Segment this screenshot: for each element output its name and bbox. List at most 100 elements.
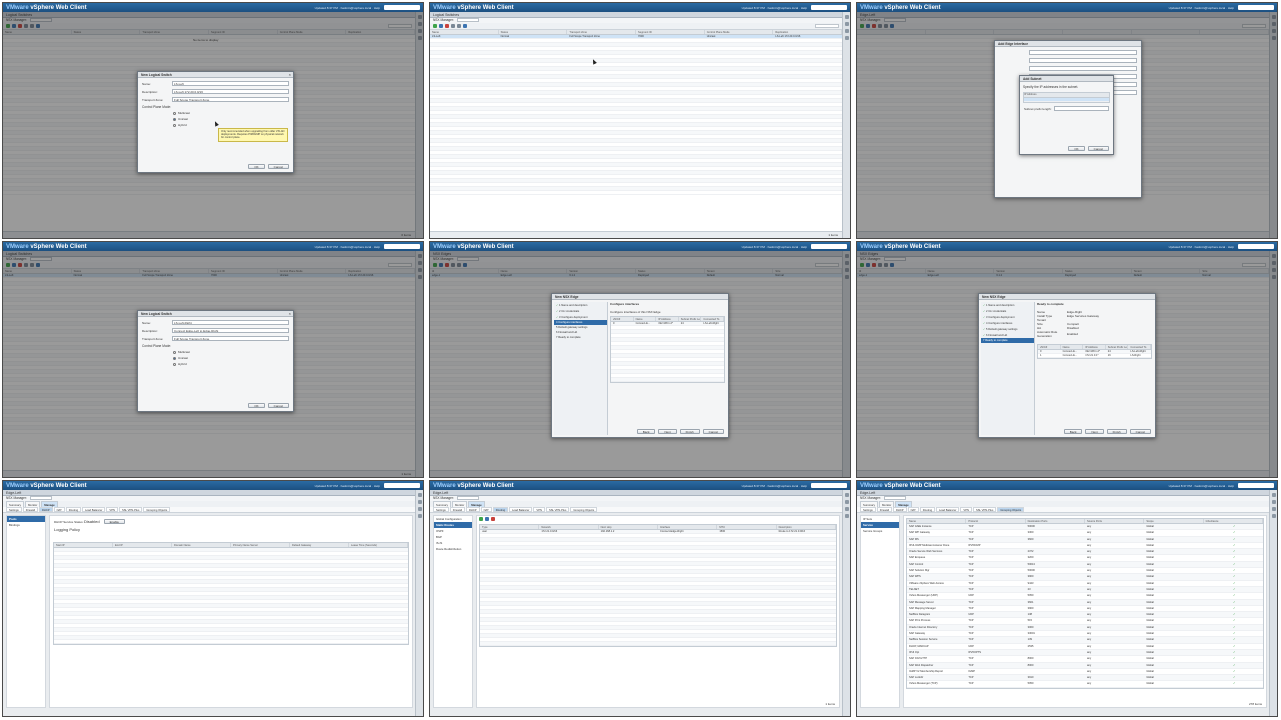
column-header[interactable]: Start IP [54,543,113,547]
user-menu[interactable]: Updated 8:37 PM · hadmin@vsphere.local ·… [1169,6,1234,10]
subtab[interactable]: Routing [919,507,936,512]
rail-icon[interactable] [1271,500,1276,504]
rail-icon[interactable] [844,29,849,33]
column-header[interactable]: Interface [658,525,718,529]
column-header[interactable]: Subnet Prefix Length [1106,345,1129,349]
ok-button[interactable]: OK [1068,146,1085,151]
column-header[interactable]: Primary Name Server [231,543,290,547]
column-header[interactable]: IP Address [1083,345,1106,349]
column-header[interactable]: MTU [717,525,777,529]
subtab[interactable]: Settings [6,507,22,512]
form-field[interactable] [1029,66,1137,71]
subtab[interactable]: NAT [480,507,492,512]
nsx-manager-select[interactable] [29,496,52,501]
subtab[interactable]: Load Balancer [82,507,106,512]
column-header[interactable]: Type [480,525,540,529]
search-input[interactable] [1238,483,1274,488]
user-menu[interactable]: Updated 8:37 PM · hadmin@vsphere.local ·… [315,484,380,488]
radio-hybrid[interactable]: Hybrid [173,362,289,366]
toolbar-icon[interactable] [433,24,437,28]
radio-button[interactable] [173,356,176,360]
column-header[interactable]: Connected To [701,317,724,321]
close-icon[interactable]: × [289,72,291,78]
table-row[interactable] [611,378,724,382]
nsx-manager-select[interactable] [456,18,479,23]
cancel-button[interactable]: Cancel [1087,146,1109,151]
table-row[interactable]: 1 Connect-E... 172.21.0.1* 16 LS-Right [1038,354,1151,358]
transport-zone-field[interactable]: Full Scope Transport Zone [172,336,289,341]
subtab[interactable]: DHCP [465,507,480,512]
radio-button[interactable] [173,111,176,115]
cancel-button[interactable]: Cancel [702,429,724,434]
subtab[interactable]: Grouping Objects [997,507,1025,512]
column-header[interactable]: Default Gateway [290,543,349,547]
toolbar-icon[interactable] [445,24,449,28]
user-menu[interactable]: Updated 8:37 PM · hadmin@vsphere.local ·… [742,6,807,10]
subtab[interactable]: VPN [960,507,972,512]
column-header[interactable]: vNIC# [1038,345,1061,349]
column-header[interactable]: Domain Name [172,543,231,547]
column-header[interactable]: Replication [773,30,843,34]
name-field[interactable]: LS-Left-Right [172,320,289,325]
column-header[interactable]: Transport Zone [567,30,637,34]
radio-unicast[interactable]: Unicast [173,356,289,360]
subtab[interactable]: Firewall [876,507,892,512]
radio-hybrid[interactable]: Hybrid [173,123,289,127]
column-header[interactable]: Control Plane Mode [705,30,774,34]
subtab[interactable]: Routing [492,507,509,512]
nav-item[interactable]: Service Groups [861,528,899,534]
finish-button[interactable]: Finish [1106,429,1127,434]
toolbar-icon[interactable] [485,517,489,521]
subtab[interactable]: Load Balancer [936,507,960,512]
next-button[interactable]: Next [1085,429,1104,434]
column-header[interactable]: Segment ID [636,30,705,34]
radio-button[interactable] [173,123,176,127]
subtab[interactable]: VPN [106,507,118,512]
subtab[interactable]: Grouping Objects [143,507,171,512]
search-input[interactable] [811,5,847,10]
nav-item[interactable]: Route Redistribution [434,546,472,552]
subtab[interactable]: SSL VPN-Plus [545,507,570,512]
cancel-button[interactable]: Cancel [267,403,289,408]
user-menu[interactable]: Updated 8:37 PM · hadmin@vsphere.local ·… [742,484,807,488]
subtab[interactable]: SSL VPN-Plus [972,507,997,512]
cancel-button[interactable]: Cancel [1129,429,1151,434]
column-header[interactable]: End IP [113,543,172,547]
rail-icon[interactable] [417,500,422,504]
description-field[interactable]: Connect Edge-Left to Edge-Right [172,328,289,333]
column-header[interactable]: Protocol [966,519,1026,523]
column-header[interactable]: Name [907,519,967,523]
rail-icon[interactable] [844,493,849,497]
toolbar-icon[interactable] [463,24,467,28]
wizard-step[interactable]: 7 Ready to complete [981,338,1034,343]
ok-button[interactable]: OK [248,403,265,408]
subtab[interactable]: VPN [533,507,545,512]
nsx-manager-select[interactable] [456,496,479,501]
radio-button[interactable] [173,117,176,121]
filter-input[interactable] [815,24,839,28]
column-header[interactable]: Scope [1144,519,1204,523]
column-header[interactable]: Subnet Prefix Length [679,317,702,321]
rail-icon[interactable] [844,500,849,504]
rail-icon[interactable] [417,507,422,511]
nav-bindings[interactable]: Bindings [7,522,45,528]
rail-icon[interactable] [1271,507,1276,511]
cancel-button[interactable]: Cancel [267,164,289,169]
close-icon[interactable]: × [289,311,291,317]
column-header[interactable]: Destination Ports [1026,519,1085,523]
user-menu[interactable]: Updated 8:37 PM · hadmin@vsphere.local ·… [742,245,807,249]
rail-icon[interactable] [1271,493,1276,497]
column-header[interactable]: vNIC# [611,317,634,321]
description-field[interactable]: LS-Left 172.20.0.0/16 [172,89,289,94]
toolbar-icon[interactable] [457,24,461,28]
column-header[interactable]: Lease Time (Seconds) [349,543,408,547]
next-button[interactable]: Next [658,429,677,434]
column-header[interactable]: Inheritance [1204,519,1263,523]
user-menu[interactable]: Updated 8:37 PM · hadmin@vsphere.local ·… [315,6,380,10]
table-row[interactable] [480,642,836,646]
subtab[interactable]: Grouping Objects [570,507,598,512]
subtab[interactable]: DHCP [38,507,53,512]
subtab[interactable]: Firewall [449,507,465,512]
search-input[interactable] [384,483,420,488]
rail-icon[interactable] [844,514,849,518]
